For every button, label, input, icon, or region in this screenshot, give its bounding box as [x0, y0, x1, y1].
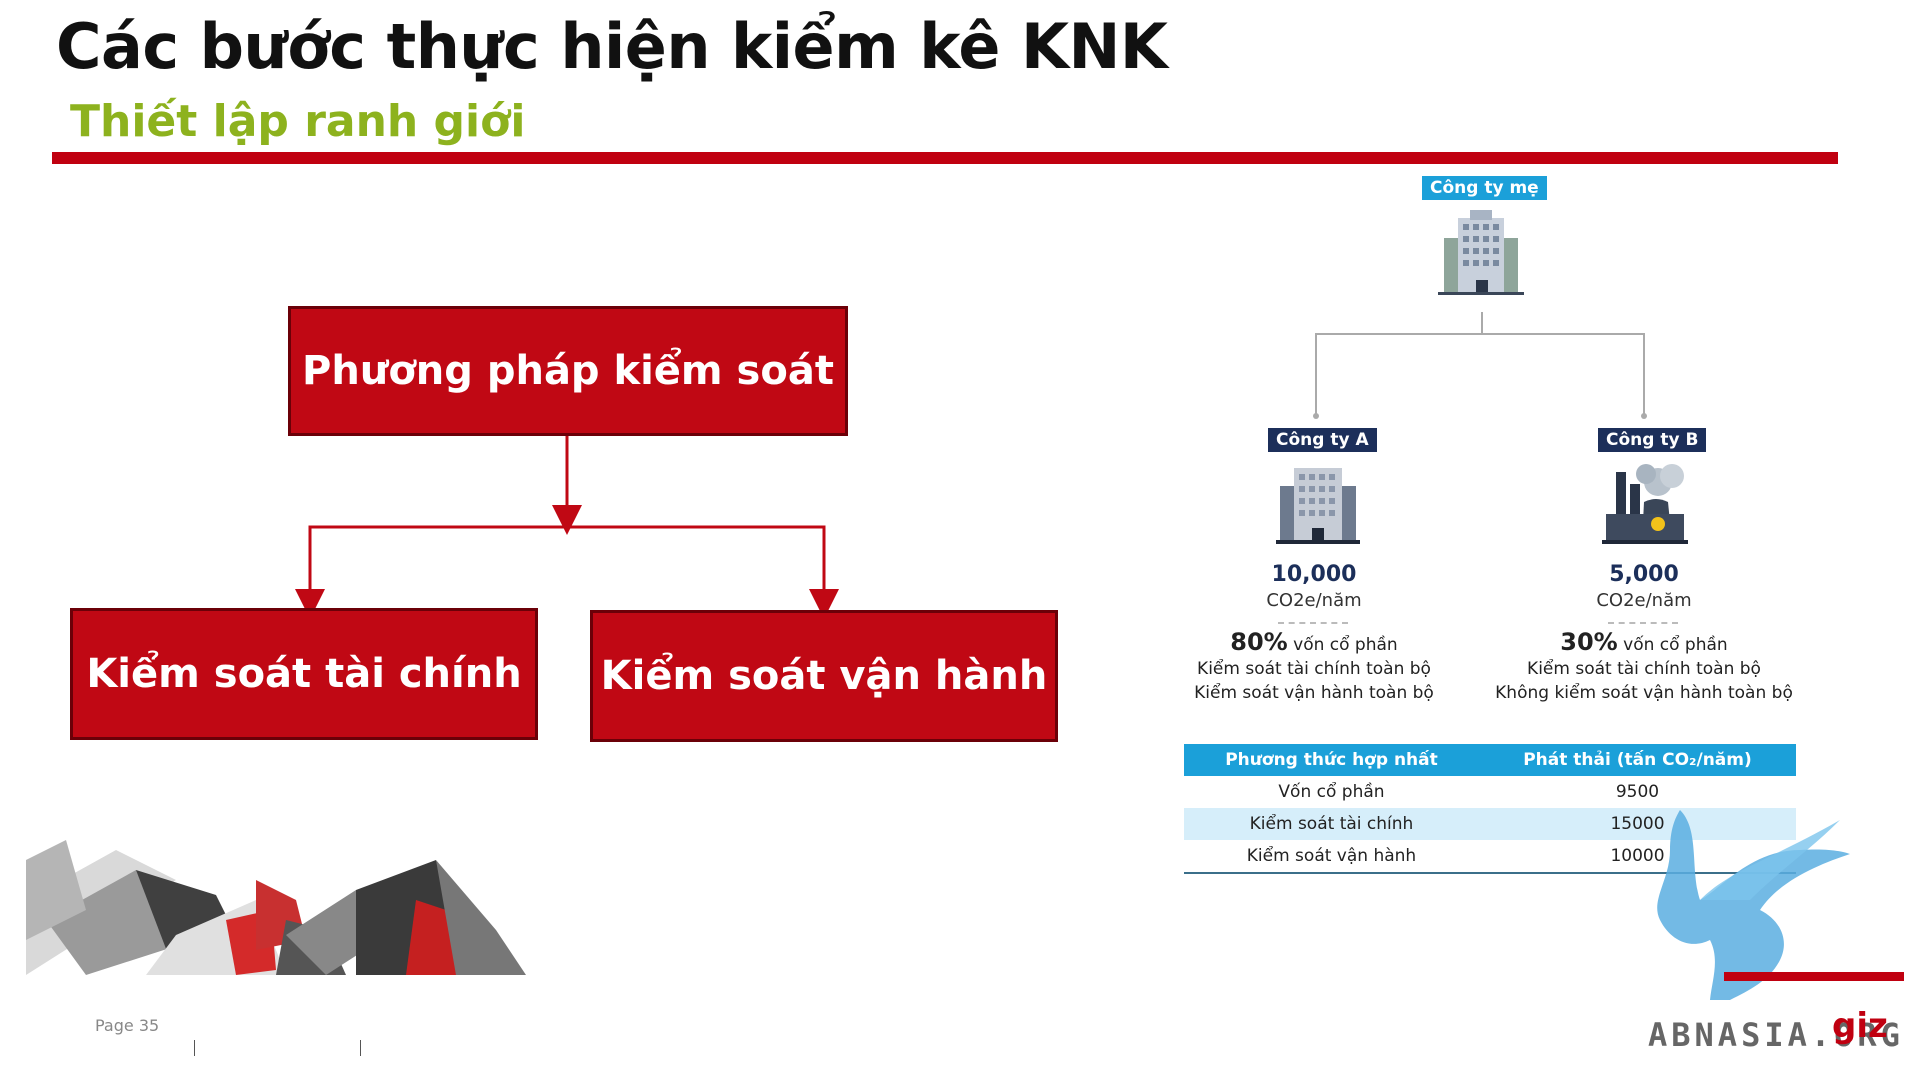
- giz-logo: giz: [1832, 1006, 1888, 1046]
- operational-control-box: Kiểm soát vận hành: [590, 610, 1058, 742]
- page-number: Page 35: [95, 1016, 160, 1035]
- company-a-tag: Công ty A: [1268, 428, 1377, 452]
- company-a-details: 80% vốn cổ phần Kiểm soát tài chính toàn…: [1144, 630, 1484, 705]
- office-building-icon: [1276, 468, 1360, 544]
- company-b-line2: Không kiểm soát vận hành toàn bộ: [1495, 683, 1793, 703]
- polygon-decoration: [26, 840, 526, 975]
- footer-tick: [194, 1040, 195, 1056]
- company-a-divider: [1278, 622, 1348, 624]
- company-a-equity-text: vốn cổ phần: [1293, 635, 1398, 655]
- company-b-equity-text: vốn cổ phần: [1623, 635, 1728, 655]
- footer-tick: [360, 1040, 361, 1056]
- table-cell-method: Kiểm soát vận hành: [1184, 840, 1479, 874]
- parent-company-tag: Công ty mẹ: [1422, 176, 1547, 200]
- company-a-line1: Kiểm soát tài chính toàn bộ: [1197, 659, 1431, 679]
- control-approach-box: Phương pháp kiểm soát: [288, 306, 848, 436]
- factory-icon: [1602, 464, 1688, 544]
- company-b-tag: Công ty B: [1598, 428, 1707, 452]
- company-b-line1: Kiểm soát tài chính toàn bộ: [1527, 659, 1761, 679]
- giz-accent-bar: [1724, 972, 1904, 981]
- parent-building-icon: [1438, 210, 1524, 295]
- table-header-emission: Phát thải (tấn CO₂/năm): [1478, 744, 1796, 776]
- company-a-line2: Kiểm soát vận hành toàn bộ: [1194, 683, 1434, 703]
- company-a-emission: 10,000: [1271, 562, 1357, 587]
- org-connectors: [1313, 312, 1647, 419]
- table-cell-method: Kiểm soát tài chính: [1184, 808, 1479, 840]
- company-a-unit: CO2e/năm: [1266, 590, 1362, 611]
- financial-control-box: Kiểm soát tài chính: [70, 608, 538, 740]
- company-b-emission: 5,000: [1609, 562, 1679, 587]
- company-b-equity-pct: 30%: [1560, 628, 1618, 656]
- company-b-unit: CO2e/năm: [1596, 590, 1692, 611]
- table-header-method: Phương thức hợp nhất: [1184, 744, 1479, 776]
- company-b-divider: [1608, 622, 1678, 624]
- griffin-watermark-icon: [1657, 810, 1850, 1000]
- company-b-details: 30% vốn cổ phần Kiểm soát tài chính toàn…: [1474, 630, 1814, 705]
- table-header-row: Phương thức hợp nhất Phát thải (tấn CO₂/…: [1184, 744, 1796, 776]
- table-cell-method: Vốn cổ phần: [1278, 782, 1385, 802]
- company-a-equity-pct: 80%: [1230, 628, 1288, 656]
